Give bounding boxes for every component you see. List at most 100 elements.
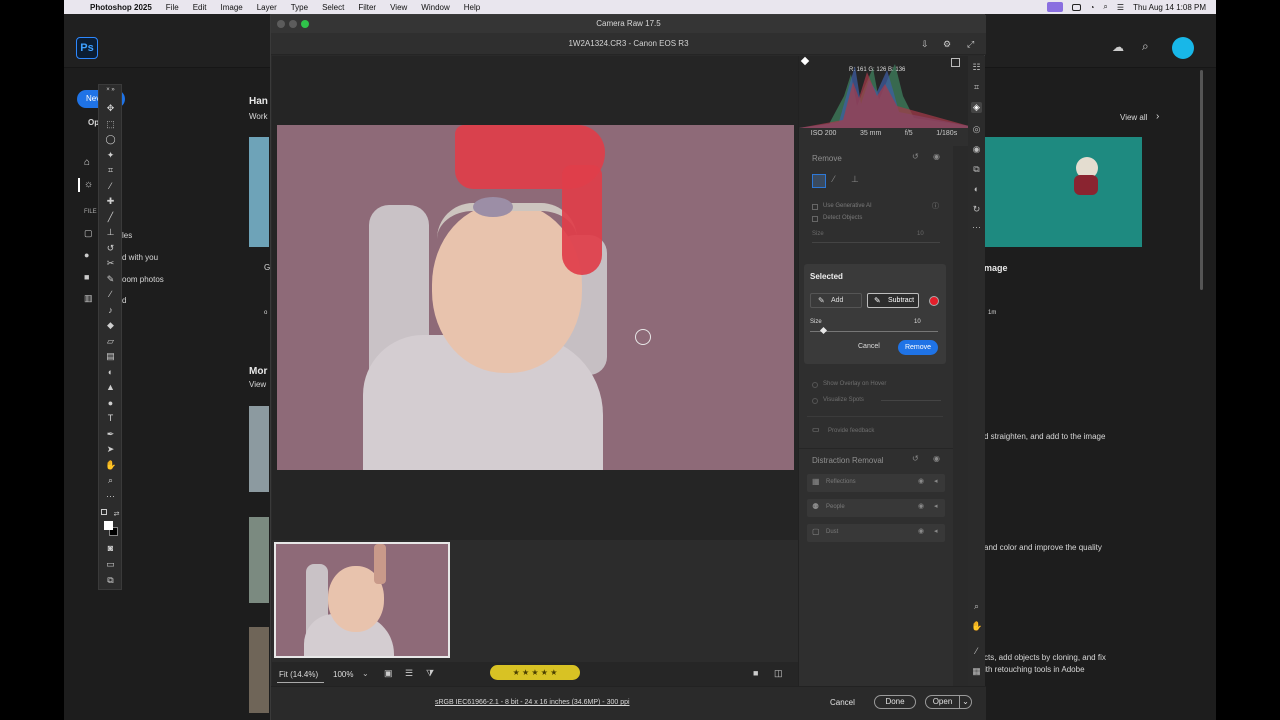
fullscreen-icon[interactable]: ⤢	[967, 33, 974, 55]
pen-tool-icon[interactable]: ✒	[105, 429, 116, 440]
detect-objects-checkbox[interactable]	[812, 216, 818, 222]
swap-colors-icon[interactable]: ⇄	[111, 509, 122, 520]
sharpen-icon[interactable]: ▲	[105, 382, 116, 393]
remove-size-slider[interactable]	[812, 242, 940, 243]
zoom-tool-icon[interactable]: ⌕	[105, 475, 116, 486]
subtract-button[interactable]: ✎ Subtract	[867, 293, 919, 308]
avatar[interactable]	[1172, 37, 1194, 59]
zoom-window-button[interactable]	[301, 20, 309, 28]
distraction-reset-icon[interactable]: ↺	[912, 454, 919, 463]
control-center-icon[interactable]: ☰	[1117, 3, 1124, 12]
cancel-button[interactable]: Cancel	[830, 698, 855, 707]
zoom-icon[interactable]: ⌕	[971, 601, 982, 612]
path-selection-icon[interactable]: ➤	[105, 444, 116, 455]
more-icon[interactable]: ···	[971, 222, 982, 233]
settings-icon[interactable]: ⚙	[943, 33, 951, 55]
eraser-icon[interactable]: ▱	[105, 336, 116, 347]
cloud-icon[interactable]: ☁	[1112, 40, 1124, 54]
menu-filter[interactable]: Filter	[358, 3, 376, 12]
remove-tool-icon[interactable]: ◈	[971, 102, 982, 113]
menu-image[interactable]: Image	[220, 3, 242, 12]
save-icon[interactable]: ⇩	[921, 33, 929, 55]
lightroom-icon[interactable]: ■	[84, 272, 89, 282]
blur-icon[interactable]: ◐	[105, 367, 116, 378]
close-button[interactable]	[277, 20, 285, 28]
eyedropper-icon[interactable]: ⁄	[105, 181, 116, 192]
color-sampler-icon[interactable]: ⁄	[971, 646, 982, 657]
wifi-icon[interactable]: ◔	[1090, 3, 1095, 12]
sync-icon[interactable]: ↻	[971, 204, 982, 215]
smudge-icon[interactable]: ∕	[105, 289, 116, 300]
distraction-item-dust[interactable]: ▢ Dust ◉ ◂	[807, 524, 945, 542]
open-button[interactable]: Open	[925, 695, 960, 709]
healing-brush-icon[interactable]: ✚	[105, 196, 116, 207]
grid-overlay-icon[interactable]: ▦	[971, 666, 982, 677]
status-icon[interactable]	[1071, 3, 1081, 11]
workflow-options-link[interactable]: sRGB IEC61966-2.1 - 8 bit - 24 x 16 inch…	[435, 699, 630, 706]
paint-bucket-icon[interactable]: ◆	[105, 320, 116, 331]
dodge-icon[interactable]: ♪	[105, 305, 116, 316]
remove-brush-tool[interactable]	[812, 174, 826, 188]
search-icon[interactable]: ⌕	[1142, 39, 1149, 54]
nav-deleted-label[interactable]: d	[122, 296, 126, 305]
photo-preview[interactable]	[277, 125, 794, 470]
magic-wand-icon[interactable]: ✦	[105, 150, 116, 161]
view-all-link[interactable]: View all	[1120, 113, 1147, 122]
clone-tool-icon[interactable]: ⊥	[851, 174, 859, 185]
type-tool-icon[interactable]: T	[105, 413, 116, 424]
feedback-icon[interactable]: ▭	[812, 425, 820, 434]
reset-icon[interactable]: ↺	[912, 152, 919, 161]
menu-view[interactable]: View	[390, 3, 407, 12]
image-canvas[interactable]	[272, 56, 798, 540]
use-generative-ai-checkbox[interactable]	[812, 204, 818, 210]
compare-icon[interactable]: ▣	[384, 668, 393, 679]
people-expand-icon[interactable]: ◂	[934, 502, 938, 510]
dust-eye-icon[interactable]: ◉	[918, 527, 924, 535]
menu-help[interactable]: Help	[464, 3, 480, 12]
selected-size-value[interactable]: 10	[914, 319, 921, 325]
sort-icon[interactable]: ☰	[405, 668, 413, 679]
provide-feedback-link[interactable]: Provide feedback	[828, 428, 874, 434]
tutorial-thumbnail-1[interactable]	[249, 406, 269, 492]
distraction-visibility-icon[interactable]: ◉	[933, 454, 940, 463]
nav-files-label[interactable]: les	[122, 231, 132, 240]
card-thumbnail[interactable]	[249, 137, 269, 247]
show-overlay-toggle[interactable]	[812, 382, 818, 388]
default-colors-icon[interactable]	[101, 509, 107, 515]
scissors-icon[interactable]: ✂	[105, 258, 116, 269]
visualize-spots-slider[interactable]	[881, 400, 941, 401]
learn-icon[interactable]: ☼	[84, 179, 93, 190]
snapshots-icon[interactable]: ⧉	[971, 164, 982, 175]
red-eye-icon[interactable]: ◉	[971, 144, 982, 155]
menu-layer[interactable]: Layer	[257, 3, 277, 12]
reflections-eye-icon[interactable]: ◉	[918, 477, 924, 485]
marquee-tool-icon[interactable]: ⬚	[105, 119, 116, 130]
card-thumbnail-2[interactable]	[984, 137, 1142, 247]
hand-icon[interactable]: ✋	[971, 621, 982, 632]
move-tool-icon[interactable]: ✥	[105, 103, 116, 114]
nav-lightroom-label[interactable]: oom photos	[122, 275, 164, 284]
chevron-right-icon[interactable]: ›	[1156, 111, 1159, 122]
clock[interactable]: Thu Aug 14 1:08 PM	[1133, 3, 1206, 12]
done-button[interactable]: Done	[874, 695, 916, 709]
fit-zoom[interactable]: Fit (14.4%)	[279, 670, 318, 679]
dust-expand-icon[interactable]: ◂	[934, 527, 938, 535]
menu-select[interactable]: Select	[322, 3, 344, 12]
foreground-color-swatch[interactable]	[104, 521, 113, 530]
presets-icon[interactable]: ◐	[971, 184, 982, 195]
artboard-icon[interactable]: ⧉	[105, 575, 116, 586]
crop-icon[interactable]: ⌗	[971, 82, 982, 93]
brush-tool-icon[interactable]: ╱	[105, 212, 116, 223]
pencil-icon[interactable]: ✎	[105, 274, 116, 285]
more-tools-icon[interactable]: ···	[105, 491, 116, 502]
menu-window[interactable]: Window	[421, 3, 449, 12]
filter-icon[interactable]: ⧩	[426, 668, 434, 679]
menu-file[interactable]: File	[166, 3, 179, 12]
heal-tool-icon[interactable]: ⁄	[833, 174, 835, 184]
distraction-item-people[interactable]: ⚉ People ◉ ◂	[807, 499, 945, 517]
filmstrip-thumbnail[interactable]	[274, 542, 450, 658]
people-icon[interactable]: ●	[84, 250, 89, 260]
quick-mask-icon[interactable]: ◙	[105, 543, 116, 554]
visualize-spots-toggle[interactable]	[812, 398, 818, 404]
history-brush-icon[interactable]: ↺	[105, 243, 116, 254]
